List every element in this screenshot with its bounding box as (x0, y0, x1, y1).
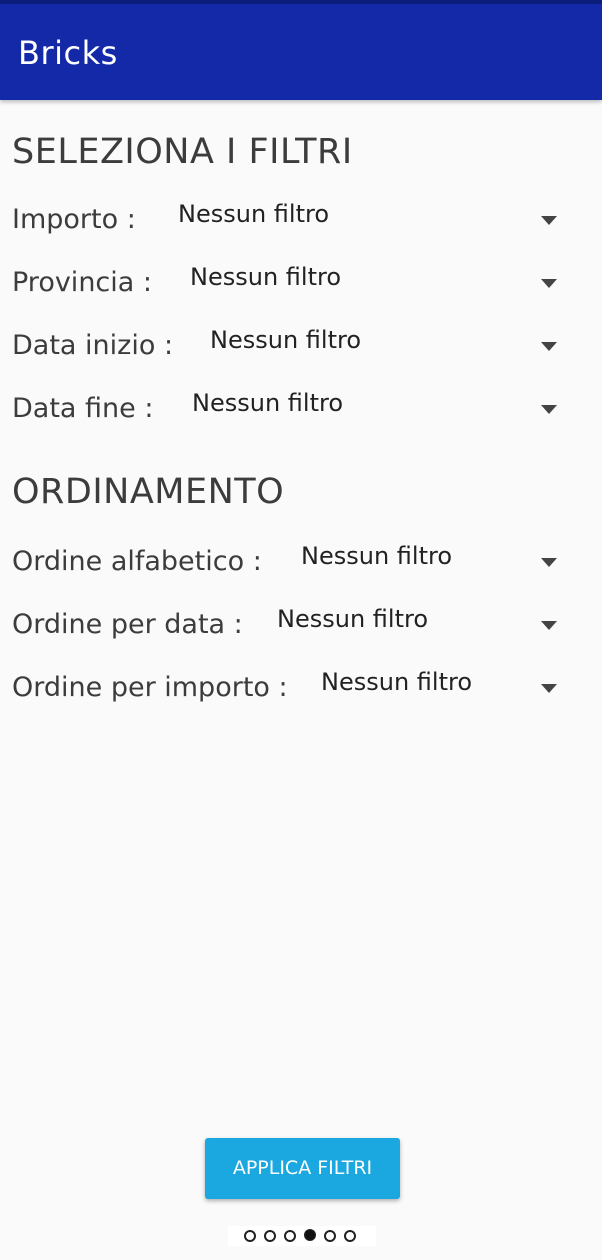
filter-spinner-provincia[interactable]: Nessun filtro (190, 263, 341, 291)
apply-filters-button[interactable]: APPLICA FILTRI (205, 1138, 400, 1199)
filter-row-importo[interactable]: Importo : Nessun filtro (0, 200, 602, 250)
page-dot (324, 1230, 336, 1242)
sort-label-data: Ordine per data : (12, 609, 243, 640)
page-indicator (228, 1226, 376, 1246)
sort-label-importo: Ordine per importo : (12, 672, 288, 703)
filter-row-data-fine[interactable]: Data fine : Nessun filtro (0, 389, 602, 439)
dropdown-arrow-icon[interactable] (541, 621, 557, 630)
dropdown-arrow-icon[interactable] (541, 405, 557, 414)
filter-label-data-inizio: Data inizio : (12, 330, 174, 361)
filter-row-provincia[interactable]: Provincia : Nessun filtro (0, 263, 602, 313)
page-dot-active (304, 1229, 316, 1241)
filters-section-title: SELEZIONA I FILTRI (12, 132, 353, 172)
filter-spinner-importo[interactable]: Nessun filtro (178, 200, 329, 228)
filter-label-data-fine: Data fine : (12, 393, 154, 424)
page-dot (244, 1230, 256, 1242)
dropdown-arrow-icon[interactable] (541, 216, 557, 225)
dropdown-arrow-icon[interactable] (541, 342, 557, 351)
sort-row-importo[interactable]: Ordine per importo : Nessun filtro (0, 668, 602, 718)
page-dot (344, 1230, 356, 1242)
app-title: Bricks (18, 34, 118, 72)
filter-label-provincia: Provincia : (12, 267, 152, 298)
dropdown-arrow-icon[interactable] (541, 684, 557, 693)
sort-spinner-importo[interactable]: Nessun filtro (321, 668, 472, 696)
sort-section-title: ORDINAMENTO (12, 472, 285, 512)
page-dot (264, 1230, 276, 1242)
sort-label-alfabetico: Ordine alfabetico : (12, 546, 262, 577)
dropdown-arrow-icon[interactable] (541, 279, 557, 288)
filter-label-importo: Importo : (12, 204, 136, 235)
filter-row-data-inizio[interactable]: Data inizio : Nessun filtro (0, 326, 602, 376)
sort-row-data[interactable]: Ordine per data : Nessun filtro (0, 605, 602, 655)
dropdown-arrow-icon[interactable] (541, 558, 557, 567)
filter-spinner-data-fine[interactable]: Nessun filtro (192, 389, 343, 417)
sort-row-alfabetico[interactable]: Ordine alfabetico : Nessun filtro (0, 542, 602, 592)
page-dot (284, 1230, 296, 1242)
sort-spinner-alfabetico[interactable]: Nessun filtro (301, 542, 452, 570)
filter-spinner-data-inizio[interactable]: Nessun filtro (210, 326, 361, 354)
sort-spinner-data[interactable]: Nessun filtro (277, 605, 428, 633)
app-bar: Bricks (0, 0, 602, 100)
